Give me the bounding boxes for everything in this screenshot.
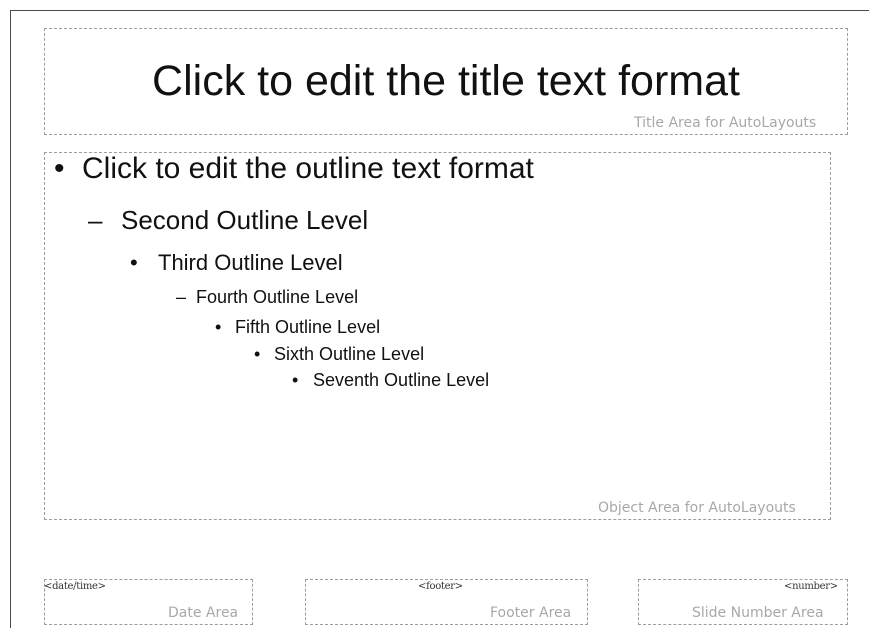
footer-area-label: Footer Area bbox=[490, 605, 572, 621]
title-text[interactable]: Click to edit the title text format bbox=[45, 57, 847, 106]
outline-level-2[interactable]: – Second Outline Level bbox=[88, 205, 368, 236]
outline-level-1-text: Click to edit the outline text format bbox=[82, 152, 534, 185]
bullet-level-6: • bbox=[254, 344, 261, 364]
outline-level-6[interactable]: • Sixth Outline Level bbox=[254, 344, 424, 365]
slide-border-left bbox=[10, 10, 11, 628]
outline-level-4-text: Fourth Outline Level bbox=[196, 287, 359, 307]
bullet-level-2: – bbox=[88, 205, 103, 235]
slide-border-top bbox=[10, 10, 869, 11]
bullet-level-7: • bbox=[292, 370, 299, 390]
outline-level-6-text: Sixth Outline Level bbox=[274, 344, 425, 364]
slide-number-field[interactable]: <number> bbox=[784, 581, 838, 592]
object-area-label: Object Area for AutoLayouts bbox=[598, 500, 796, 516]
outline-level-7[interactable]: • Seventh Outline Level bbox=[292, 370, 489, 391]
bullet-level-3: • bbox=[130, 250, 138, 275]
outline-level-5[interactable]: • Fifth Outline Level bbox=[215, 317, 380, 338]
title-area-label: Title Area for AutoLayouts bbox=[634, 115, 817, 131]
outline-level-5-text: Fifth Outline Level bbox=[235, 317, 381, 337]
date-field[interactable]: <date/time> bbox=[44, 581, 106, 592]
bullet-level-5: • bbox=[215, 317, 222, 337]
outline-level-1[interactable]: • Click to edit the outline text format bbox=[54, 152, 534, 186]
bullet-level-1: • bbox=[54, 152, 65, 185]
master-slide: Click to edit the title text format Titl… bbox=[0, 0, 869, 628]
date-area-label: Date Area bbox=[168, 605, 239, 621]
outline-level-3-text: Third Outline Level bbox=[158, 250, 343, 275]
outline-level-7-text: Seventh Outline Level bbox=[313, 370, 490, 390]
footer-field[interactable]: <footer> bbox=[418, 581, 463, 592]
outline-level-4[interactable]: – Fourth Outline Level bbox=[176, 287, 358, 308]
slide-number-area-label: Slide Number Area bbox=[692, 605, 824, 621]
bullet-level-4: – bbox=[176, 287, 187, 307]
outline-level-2-text: Second Outline Level bbox=[121, 205, 369, 235]
outline-level-3[interactable]: • Third Outline Level bbox=[130, 250, 343, 276]
